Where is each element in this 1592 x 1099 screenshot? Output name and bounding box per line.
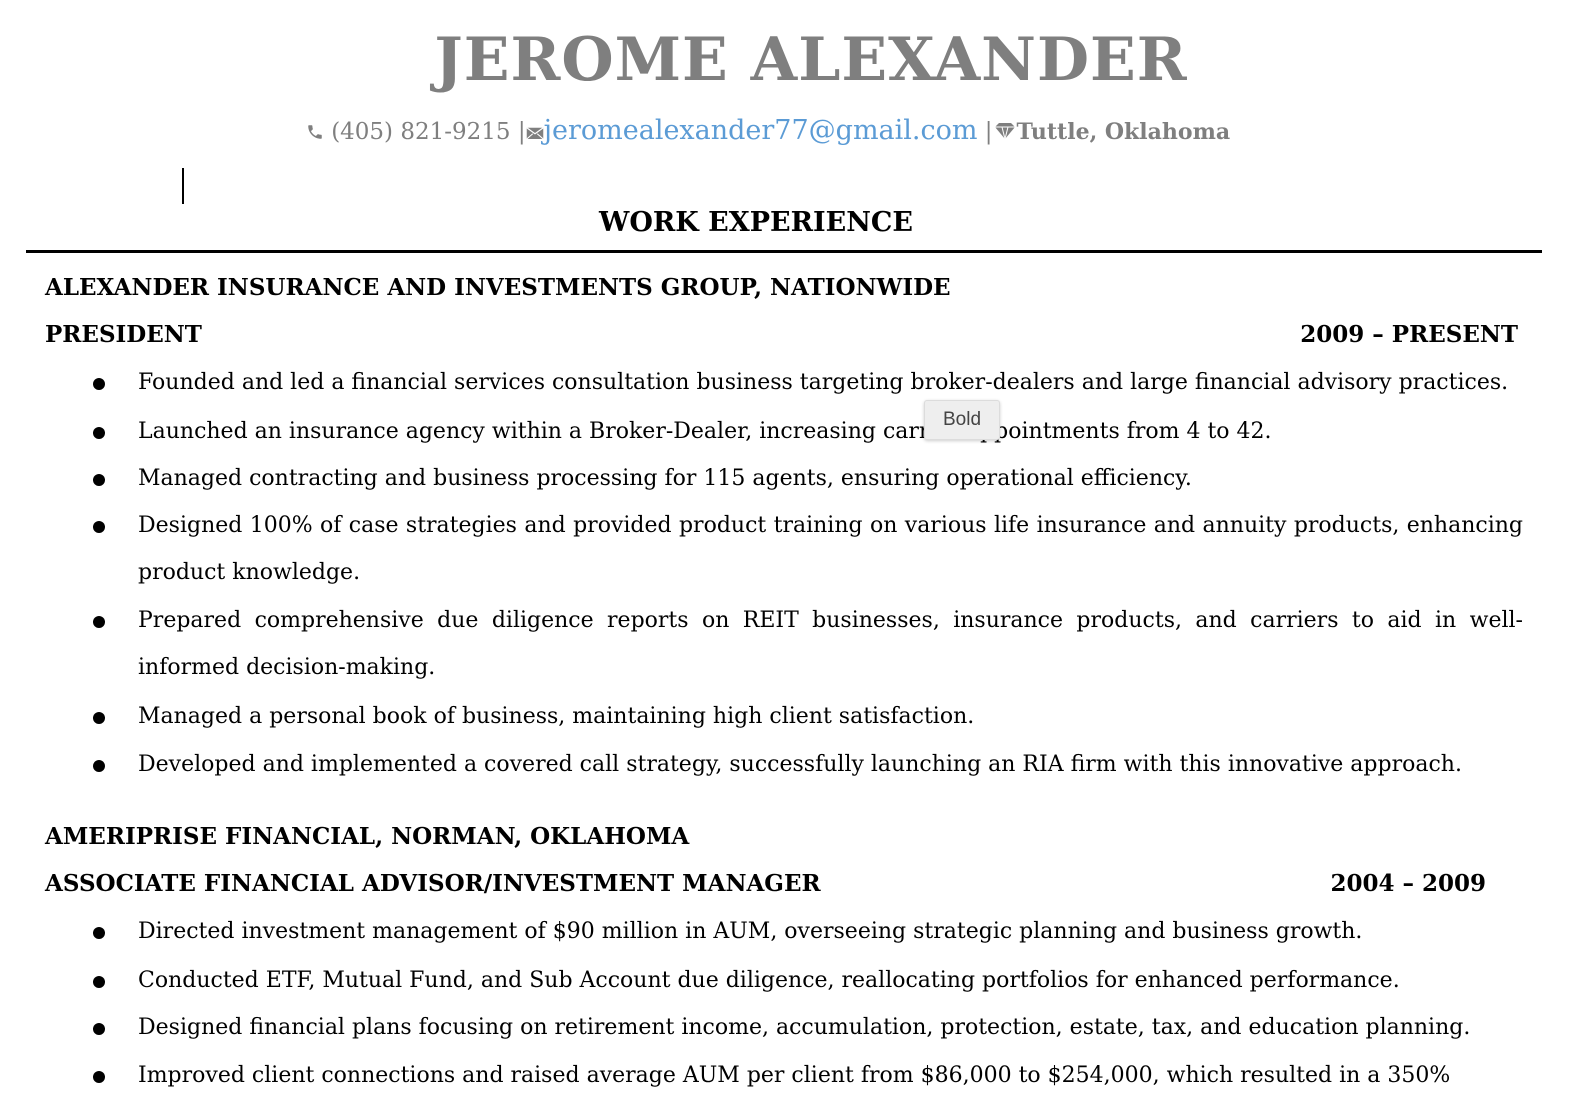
list-item: Founded and led a financial services con… — [138, 370, 1509, 395]
job-dates: 2009 – PRESENT — [1300, 321, 1518, 348]
list-item: Launched an insurance agency within a Br… — [138, 419, 1272, 444]
bullet-marker — [93, 1023, 105, 1035]
list-item: Designed 100% of case strategies and pro… — [138, 513, 1523, 585]
bullet-marker — [93, 378, 105, 390]
list-item: Managed a personal book of business, mai… — [138, 704, 975, 729]
job-title: ASSOCIATE FINANCIAL ADVISOR/INVESTMENT M… — [45, 870, 821, 897]
list-item: Managed contracting and business process… — [138, 466, 1192, 491]
list-item: Conducted ETF, Mutual Fund, and Sub Acco… — [138, 968, 1400, 993]
list-item: Directed investment management of $90 mi… — [138, 919, 1363, 944]
contact-separator: | — [517, 119, 526, 145]
bullet-marker — [93, 760, 105, 772]
phone-number: (405) 821-9215 — [331, 119, 511, 145]
bullet-marker — [93, 1071, 105, 1083]
bold-tooltip: Bold — [924, 400, 1000, 440]
company-name: AMERIPRISE FINANCIAL, NORMAN, OKLAHOMA — [45, 823, 690, 850]
job-dates: 2004 – 2009 — [1330, 870, 1486, 897]
resume-page[interactable]: JEROME ALEXANDER (405) 821-9215 | jeromea… — [0, 0, 1592, 1098]
bullet-marker — [93, 927, 105, 939]
list-item: Designed financial plans focusing on ret… — [138, 1015, 1471, 1040]
candidate-name: JEROME ALEXANDER — [434, 25, 1188, 95]
company-name: ALEXANDER INSURANCE AND INVESTMENTS GROU… — [45, 274, 951, 301]
bullet-marker — [93, 976, 105, 988]
mail-icon — [526, 119, 544, 145]
bullet-marker — [93, 474, 105, 486]
contact-separator: | — [984, 119, 993, 145]
contact-line: (405) 821-9215 | jeromealexander77@gmail.… — [0, 112, 1536, 151]
text-cursor — [182, 168, 184, 204]
list-item: Improved client connections and raised a… — [138, 1063, 1451, 1088]
job-title: PRESIDENT — [45, 321, 202, 348]
section-divider — [26, 250, 1542, 253]
location-text: Tuttle, Oklahoma — [1016, 119, 1231, 145]
section-title: WORK EXPERIENCE — [599, 207, 913, 238]
phone-icon — [306, 119, 324, 145]
bullet-marker — [93, 712, 105, 724]
bullet-marker — [93, 427, 105, 439]
email-link[interactable]: jeromealexander77@gmail.com — [544, 115, 978, 146]
list-item: Developed and implemented a covered call… — [138, 752, 1462, 777]
location-icon — [993, 119, 1017, 145]
list-item: Prepared comprehensive due diligence rep… — [138, 608, 1523, 680]
bullet-marker — [93, 521, 105, 533]
bullet-marker — [93, 616, 105, 628]
